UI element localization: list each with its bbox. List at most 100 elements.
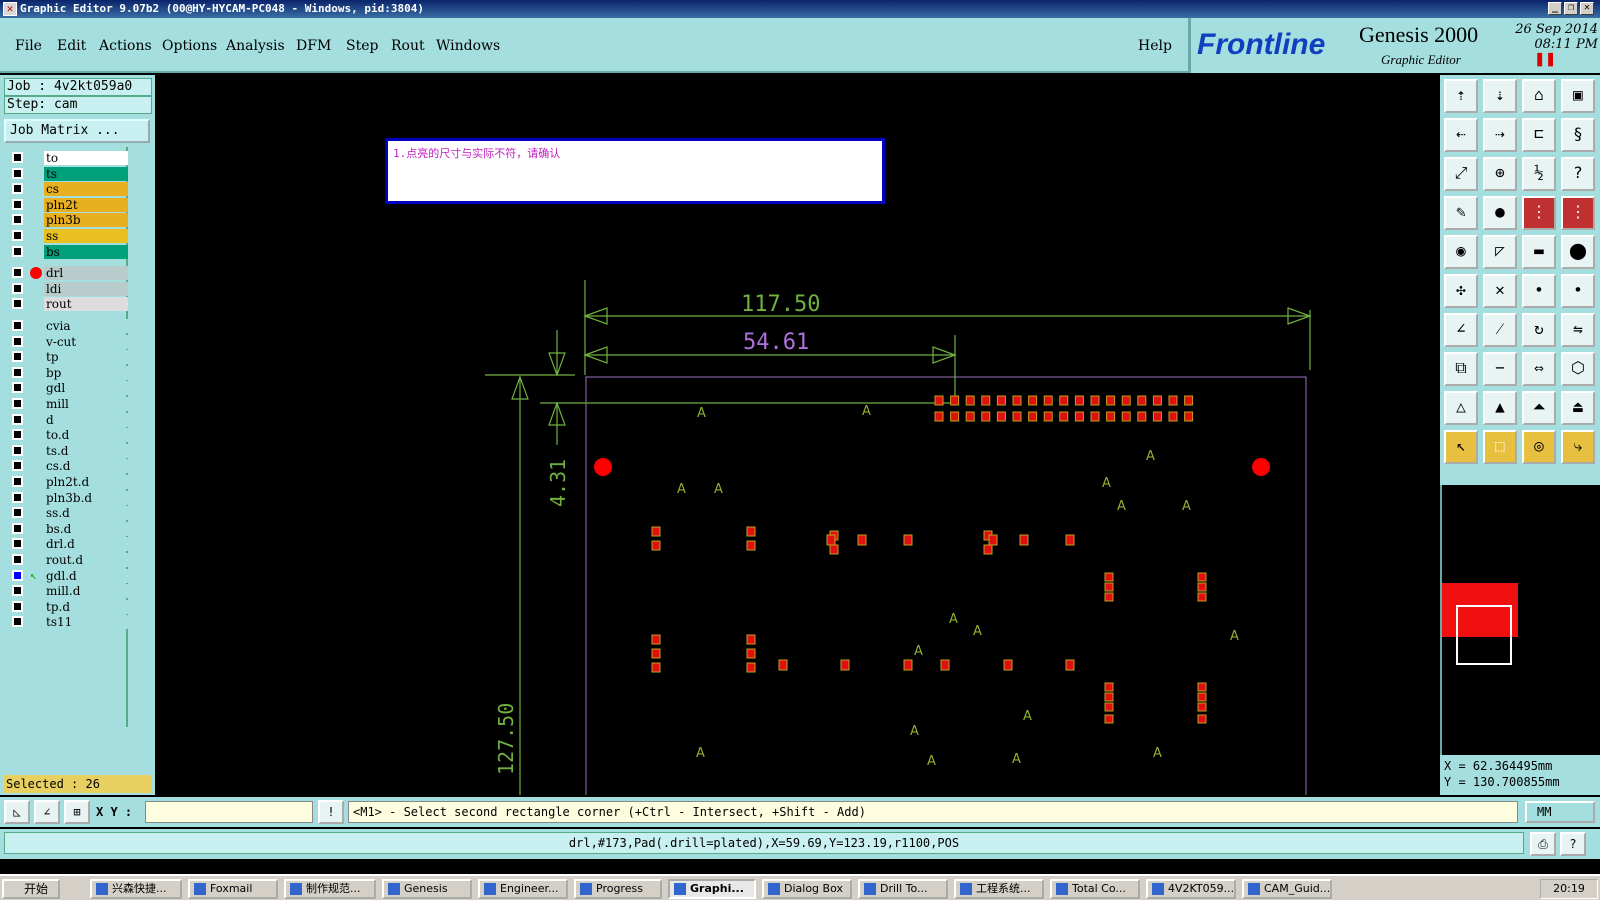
layer-checkbox[interactable] — [12, 267, 23, 279]
line-red-icon[interactable]: ◸ — [1483, 235, 1517, 269]
zoom-fit-icon[interactable]: ⤢ — [1444, 157, 1478, 191]
layer-checkbox[interactable] — [12, 429, 23, 441]
snap-angle-button[interactable]: ∠ — [34, 800, 60, 824]
layer-checkbox[interactable] — [12, 476, 23, 487]
layer-checkbox[interactable] — [12, 460, 23, 472]
layer-row[interactable]: d — [8, 412, 128, 427]
add-pad-icon[interactable]: ◉ — [1444, 235, 1478, 269]
layer-row[interactable]: rout — [8, 297, 128, 312]
menu-analysis[interactable]: Analysis — [226, 38, 285, 54]
layer-checkbox[interactable] — [12, 600, 23, 612]
angle-icon[interactable]: ∠ — [1444, 313, 1478, 347]
taskbar-item[interactable]: 兴森快捷... — [90, 879, 182, 899]
layer-checkbox[interactable] — [12, 230, 23, 241]
layer-row[interactable]: pln3b — [8, 213, 128, 228]
taskbar-item[interactable]: Progress — [574, 879, 662, 899]
layer-checkbox[interactable] — [12, 444, 23, 456]
layer-checkbox[interactable] — [12, 366, 23, 378]
menu-dfm[interactable]: DFM — [296, 38, 331, 54]
layer-checkbox[interactable] — [12, 152, 23, 163]
select-icon[interactable]: ↖ — [1444, 430, 1478, 464]
xy-input[interactable] — [145, 801, 313, 823]
layer-row[interactable]: pln2t.d — [8, 475, 128, 489]
move-right-icon[interactable]: ⇢ — [1483, 118, 1517, 152]
layer-row[interactable]: rout.d — [8, 553, 128, 567]
layer-checkbox[interactable] — [12, 198, 23, 210]
taskbar-item[interactable]: 4V2KT059... — [1146, 879, 1236, 899]
start-button[interactable]: 开始 — [2, 879, 60, 899]
layer-row[interactable]: bs — [8, 244, 128, 259]
polygon-icon[interactable]: ⬡ — [1561, 352, 1595, 386]
layer-checkbox[interactable] — [12, 398, 23, 409]
point-red-icon[interactable]: ∙ — [1561, 274, 1595, 308]
menu-actions[interactable]: Actions — [99, 38, 152, 54]
layer-row[interactable]: to — [8, 151, 128, 165]
zoom-1to2-icon[interactable]: ½ — [1522, 157, 1556, 191]
drill-red-icon[interactable]: ⋮ — [1522, 196, 1556, 230]
layer-checkbox[interactable] — [12, 214, 23, 226]
layer-row[interactable]: ldi — [8, 281, 128, 296]
ruler-icon[interactable]: ▬ — [1522, 235, 1556, 269]
layer-row[interactable]: ss — [8, 229, 128, 243]
layer-checkbox[interactable] — [12, 245, 23, 257]
menu-file[interactable]: File — [15, 38, 42, 54]
minimize-button[interactable]: _ — [1548, 2, 1562, 15]
tri-4-icon[interactable]: ⏏ — [1561, 391, 1595, 425]
taskbar-item[interactable]: Foxmail — [188, 879, 278, 899]
minus-icon[interactable]: − — [1483, 352, 1517, 386]
layer-checkbox[interactable] — [12, 585, 23, 597]
select-circle-icon[interactable]: ◎ — [1522, 430, 1556, 464]
layer-row[interactable]: bp — [8, 365, 128, 380]
overview-window[interactable] — [1440, 485, 1600, 755]
annotation-note[interactable]: 1.点亮的尺寸与实际不符，请确认 — [385, 138, 885, 204]
taskbar-item[interactable]: 制作规范... — [284, 879, 376, 899]
layer-checkbox[interactable] — [12, 282, 23, 294]
point-icon[interactable]: ∙ — [1522, 274, 1556, 308]
scroll-left-icon[interactable]: ⊏ — [1522, 118, 1556, 152]
unit-selector[interactable]: MM — [1525, 801, 1595, 823]
home-icon[interactable]: ⌂ — [1522, 79, 1556, 113]
grid-button[interactable]: ⊞ — [64, 800, 90, 824]
layer-checkbox[interactable] — [12, 522, 23, 534]
layer-row[interactable]: drl.d — [8, 537, 128, 552]
layer-row[interactable]: ↖ gdl.d — [8, 568, 128, 583]
help-icon[interactable]: ? — [1560, 832, 1586, 856]
layer-row[interactable]: cs.d — [8, 459, 128, 474]
home-up-icon[interactable]: ⇡ — [1444, 79, 1478, 113]
copy-icon[interactable]: ⧉ — [1444, 352, 1478, 386]
taskbar-item[interactable]: Total Co... — [1050, 879, 1140, 899]
layer-row[interactable]: mill.d — [8, 584, 128, 599]
layer-row[interactable]: ts11 — [8, 615, 128, 630]
layer-row[interactable]: cs — [8, 182, 128, 197]
layer-checkbox[interactable] — [12, 569, 23, 581]
maximize-button[interactable]: ❐ — [1564, 2, 1578, 15]
close-x-icon[interactable]: ✕ — [1483, 274, 1517, 308]
rotate-icon[interactable]: ↻ — [1522, 313, 1556, 347]
layer-checkbox[interactable] — [12, 507, 23, 519]
layer-checkbox[interactable] — [12, 335, 23, 347]
layer-checkbox[interactable] — [12, 167, 23, 179]
layer-row[interactable]: ts.d — [8, 443, 128, 458]
snap-grid-button[interactable]: ◺ — [4, 800, 30, 824]
layer-row[interactable]: pln3b.d — [8, 490, 128, 505]
layer-checkbox[interactable] — [12, 351, 23, 363]
layer-checkbox[interactable] — [12, 320, 23, 331]
graphic-canvas[interactable]: 117.50 54.61 4.31 127.50 AAAAAAAAAAAAAAA… — [155, 75, 1440, 795]
layer-row[interactable]: pln2t — [8, 197, 128, 212]
taskbar-item[interactable]: Dialog Box — [762, 879, 852, 899]
layer-row[interactable]: to.d — [8, 428, 128, 443]
select-path-icon[interactable]: ⤷ — [1561, 430, 1595, 464]
taskbar-item[interactable]: CAM_Guid... — [1242, 879, 1332, 899]
alert-button[interactable]: ! — [318, 800, 344, 824]
menu-edit[interactable]: Edit — [57, 38, 86, 54]
help-icon[interactable]: ? — [1561, 157, 1595, 191]
snap-icon[interactable]: ✣ — [1444, 274, 1478, 308]
frame-icon[interactable]: ▣ — [1561, 79, 1595, 113]
menu-rout[interactable]: Rout — [391, 38, 425, 54]
mirror-icon[interactable]: ⇋ — [1561, 313, 1595, 347]
layer-checkbox[interactable] — [12, 183, 23, 195]
layer-checkbox[interactable] — [12, 616, 23, 628]
layer-checkbox[interactable] — [12, 491, 23, 503]
menu-help[interactable]: Help — [1138, 38, 1172, 54]
menu-options[interactable]: Options — [162, 38, 217, 54]
